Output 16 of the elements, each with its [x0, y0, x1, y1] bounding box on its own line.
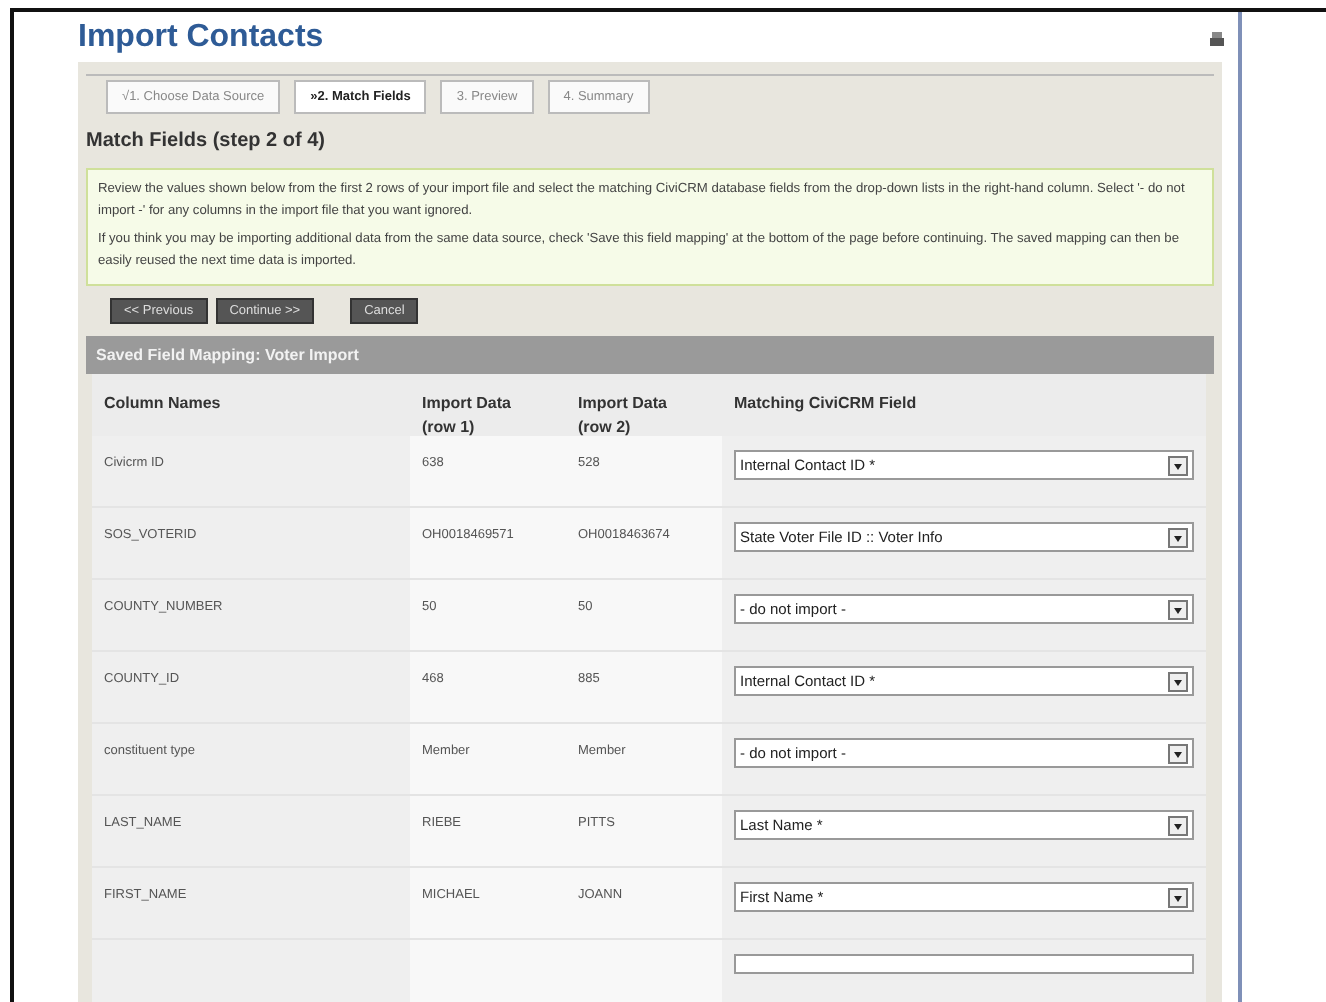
caret-icon[interactable] [1168, 527, 1188, 547]
caret-icon[interactable] [1168, 743, 1188, 763]
field-dropdown[interactable] [734, 954, 1194, 974]
column-header: Column Names [102, 392, 223, 416]
caret-icon[interactable] [1168, 815, 1188, 835]
caret-icon[interactable] [1168, 887, 1188, 907]
column-header: Matching CiviCRM Field [732, 392, 919, 416]
printer-icon[interactable] [1210, 31, 1224, 45]
step-heading: Match Fields (step 2 of 4) [86, 128, 327, 156]
caret-icon[interactable] [1168, 455, 1188, 475]
caret-icon[interactable] [1168, 599, 1188, 619]
column-header: Import Data (row 2) [576, 392, 669, 436]
mapping-title-bar: Saved Field Mapping: Voter Import [86, 336, 1214, 374]
column-header: Import Data (row 1) [420, 392, 513, 436]
page-title: Import Contacts [78, 20, 324, 56]
caret-icon[interactable] [1168, 671, 1188, 691]
